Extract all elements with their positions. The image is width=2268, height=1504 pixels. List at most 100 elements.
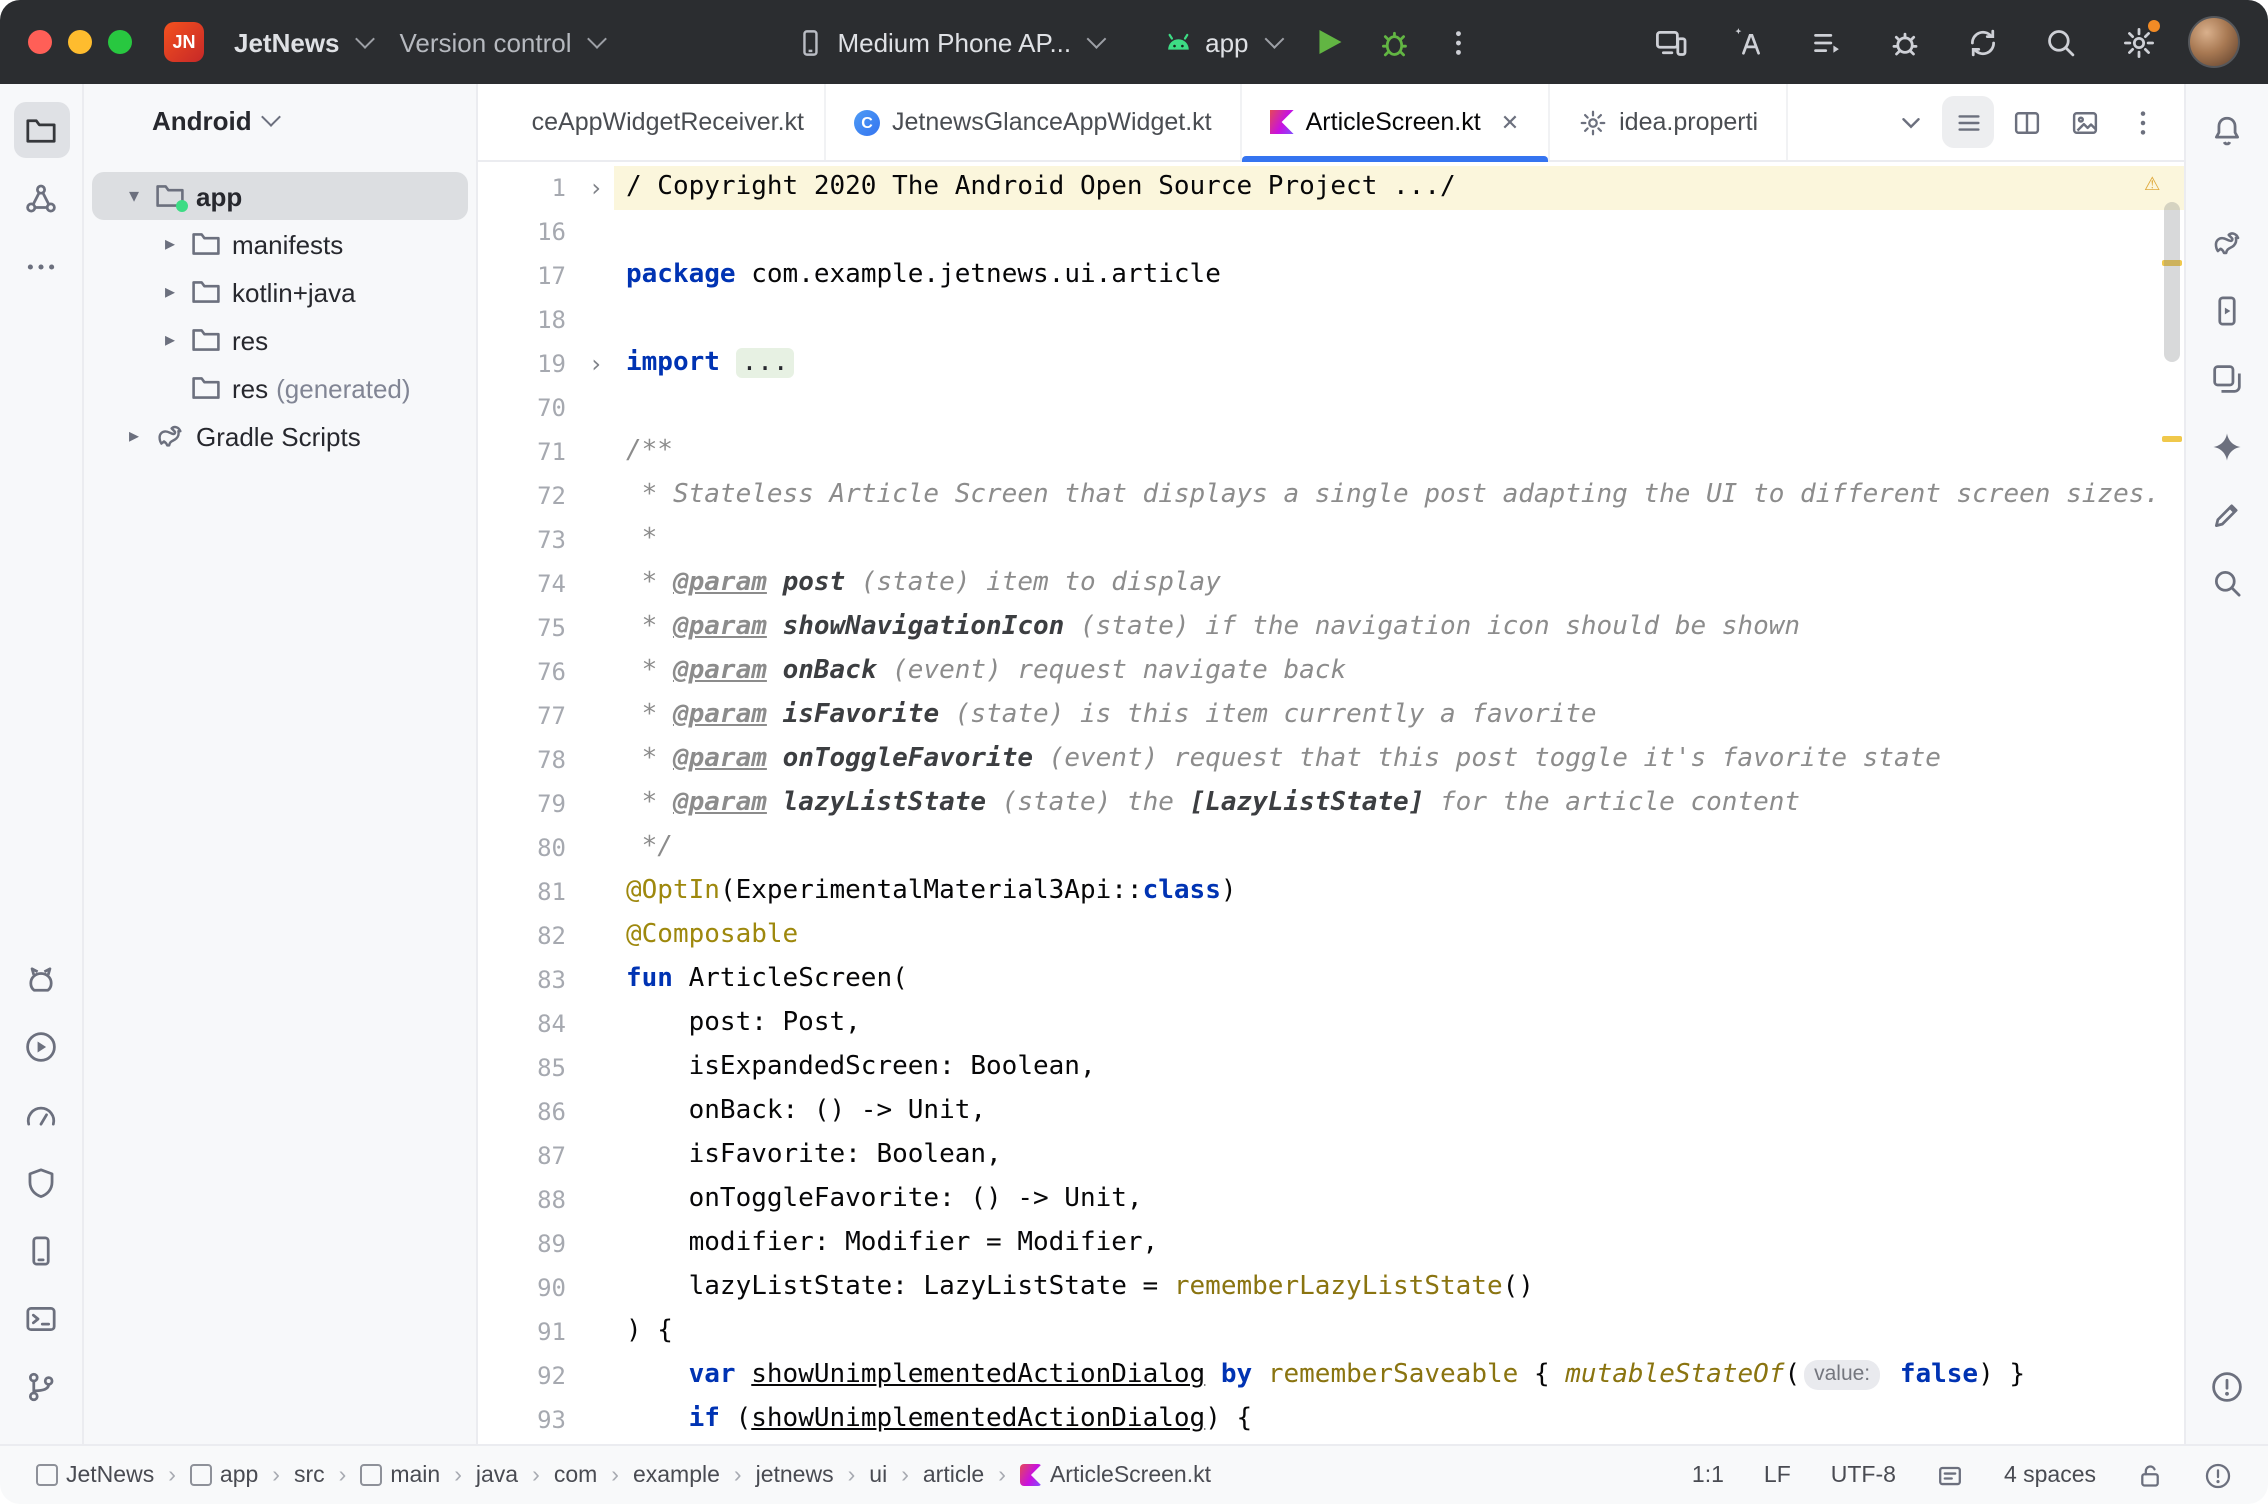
code-line[interactable]: 75 * @param showNavigationIcon (state) i… — [478, 606, 2184, 650]
indent-setting[interactable]: 4 spaces — [2004, 1463, 2096, 1487]
build-analyzer-button[interactable] — [1876, 14, 1932, 70]
code-line[interactable]: 83fun ArticleScreen( — [478, 958, 2184, 1002]
hidden-tabs-button[interactable] — [1884, 96, 1936, 148]
search-everywhere-button[interactable] — [2032, 14, 2088, 70]
gradle-tool-button[interactable] — [2199, 214, 2255, 270]
tab-jetnewsglanceappwidget[interactable]: C JetnewsGlanceAppWidget.kt — [826, 84, 1242, 160]
code-lines[interactable]: 1›/ Copyright 2020 The Android Open Sour… — [478, 162, 2184, 1444]
code-line[interactable]: 82@Composable — [478, 914, 2184, 958]
resource-manager-tool-button[interactable] — [13, 170, 69, 226]
code-line[interactable]: 79 * @param lazyListState (state) the [L… — [478, 782, 2184, 826]
code-line[interactable]: 19›import ... — [478, 342, 2184, 386]
running-devices-button[interactable] — [2199, 282, 2255, 338]
app-quality-insights-tool-button[interactable] — [13, 1154, 69, 1210]
close-tab-icon[interactable]: ✕ — [1501, 109, 1519, 135]
device-manager-tool-button[interactable] — [13, 1222, 69, 1278]
breadcrumb-item[interactable]: main — [360, 1463, 440, 1487]
code-line[interactable]: 72 * Stateless Article Screen that displ… — [478, 474, 2184, 518]
notifications-button[interactable] — [2199, 102, 2255, 158]
vcs-widget[interactable]: Version control — [386, 19, 618, 65]
code-line[interactable]: 17package com.example.jetnews.ui.article — [478, 254, 2184, 298]
editor-list-button[interactable] — [1942, 96, 1994, 148]
code-line[interactable]: 84 post: Post, — [478, 1002, 2184, 1046]
chevron-right-icon[interactable]: ▸ — [156, 281, 184, 303]
code-line[interactable]: 78 * @param onToggleFavorite (event) req… — [478, 738, 2184, 782]
tree-item-gradle-scripts[interactable]: ▸ Gradle Scripts — [92, 412, 468, 460]
inspections-status-icon[interactable] — [2204, 1461, 2232, 1489]
terminal-tool-button[interactable] — [13, 1290, 69, 1346]
code-line[interactable]: 71/** — [478, 430, 2184, 474]
code-line[interactable]: 76 * @param onBack (event) request navig… — [478, 650, 2184, 694]
tree-item-manifests[interactable]: ▸ manifests — [92, 220, 468, 268]
code-line[interactable]: 81@OptIn(ExperimentalMaterial3Api::class… — [478, 870, 2184, 914]
tree-item-app[interactable]: ▾ app — [92, 172, 468, 220]
tab-idea-properties[interactable]: idea.properti — [1549, 84, 1788, 160]
code-line[interactable]: 70 — [478, 386, 2184, 430]
breadcrumb-item[interactable]: app — [190, 1463, 258, 1487]
user-avatar[interactable] — [2188, 16, 2240, 68]
code-line[interactable]: 88 onToggleFavorite: () -> Unit, — [478, 1178, 2184, 1222]
run-tasks-button[interactable] — [1798, 14, 1854, 70]
line-ending[interactable]: LF — [1764, 1463, 1791, 1487]
code-line[interactable]: 73 * — [478, 518, 2184, 562]
inspection-warning-icon[interactable]: ⚠ — [2144, 168, 2160, 200]
more-actions-button[interactable] — [1431, 14, 1487, 70]
project-view-selector[interactable]: Android — [84, 84, 476, 156]
tab-glanceappwidgetreceiver[interactable]: ceAppWidgetReceiver.kt — [478, 84, 826, 160]
run-configuration-selector[interactable]: app — [1149, 19, 1294, 65]
code-editor[interactable]: 1›/ Copyright 2020 The Android Open Sour… — [478, 162, 2184, 1444]
split-editor-button[interactable] — [2000, 96, 2052, 148]
logcat-tool-button[interactable] — [13, 950, 69, 1006]
run-button[interactable] — [1303, 14, 1359, 70]
code-line[interactable]: 1›/ Copyright 2020 The Android Open Sour… — [478, 166, 2184, 210]
code-line[interactable]: 92 var showUnimplementedActionDialog by … — [478, 1354, 2184, 1398]
code-line[interactable]: 86 onBack: () -> Unit, — [478, 1090, 2184, 1134]
breadcrumb-item[interactable]: jetnews — [756, 1463, 834, 1487]
tree-item-res[interactable]: ▸ res — [92, 316, 468, 364]
preview-button[interactable] — [2058, 96, 2110, 148]
breadcrumb-item[interactable]: java — [476, 1463, 518, 1487]
code-line[interactable]: 18 — [478, 298, 2184, 342]
tree-item-kotlin-java[interactable]: ▸ kotlin+java — [92, 268, 468, 316]
breadcrumb-item[interactable]: ui — [869, 1463, 887, 1487]
code-line[interactable]: 91) { — [478, 1310, 2184, 1354]
code-line[interactable]: 74 * @param post (state) item to display — [478, 562, 2184, 606]
fold-arrow-icon[interactable]: › — [578, 342, 614, 386]
chevron-right-icon[interactable]: ▸ — [156, 233, 184, 255]
breadcrumb-item[interactable]: example — [633, 1463, 720, 1487]
device-mirror-button[interactable] — [1642, 14, 1698, 70]
ai-assistant-button[interactable] — [1720, 14, 1776, 70]
run-tool-button[interactable] — [13, 1018, 69, 1074]
build-variants-button[interactable] — [2199, 350, 2255, 406]
editor-more-button[interactable] — [2116, 96, 2168, 148]
project-tool-button[interactable] — [13, 102, 69, 158]
zoom-window-button[interactable] — [108, 30, 132, 54]
code-line[interactable]: 93 if (showUnimplementedActionDialog) { — [478, 1398, 2184, 1442]
code-line[interactable]: 89 modifier: Modifier = Modifier, — [478, 1222, 2184, 1266]
breadcrumb-item[interactable]: article — [923, 1463, 984, 1487]
chevron-down-icon[interactable]: ▾ — [120, 185, 148, 207]
indentation-icon[interactable] — [1936, 1461, 1964, 1489]
problems-button[interactable] — [2199, 1358, 2255, 1414]
minimize-window-button[interactable] — [68, 30, 92, 54]
code-line[interactable]: 85 isExpandedScreen: Boolean, — [478, 1046, 2184, 1090]
more-tool-windows-button[interactable] — [13, 238, 69, 294]
tree-item-res-generated[interactable]: res (generated) — [92, 364, 468, 412]
breadcrumb-item[interactable]: com — [554, 1463, 597, 1487]
fold-arrow-icon[interactable]: › — [578, 166, 614, 210]
chevron-right-icon[interactable]: ▸ — [156, 329, 184, 351]
version-control-tool-button[interactable] — [13, 1358, 69, 1414]
close-window-button[interactable] — [28, 30, 52, 54]
code-line[interactable]: 77 * @param isFavorite (state) is this i… — [478, 694, 2184, 738]
device-selector[interactable]: Medium Phone AP... — [781, 19, 1117, 65]
settings-button[interactable] — [2110, 14, 2166, 70]
find-tool-button[interactable] — [2199, 554, 2255, 610]
code-line[interactable]: 16 — [478, 210, 2184, 254]
readonly-lock-icon[interactable] — [2136, 1461, 2164, 1489]
file-encoding[interactable]: UTF-8 — [1831, 1463, 1896, 1487]
project-widget[interactable]: JetNews — [220, 19, 386, 65]
breadcrumb-item[interactable]: JetNews — [36, 1463, 154, 1487]
caret-position[interactable]: 1:1 — [1692, 1463, 1724, 1487]
debug-button[interactable] — [1367, 14, 1423, 70]
window-controls[interactable] — [28, 30, 132, 54]
